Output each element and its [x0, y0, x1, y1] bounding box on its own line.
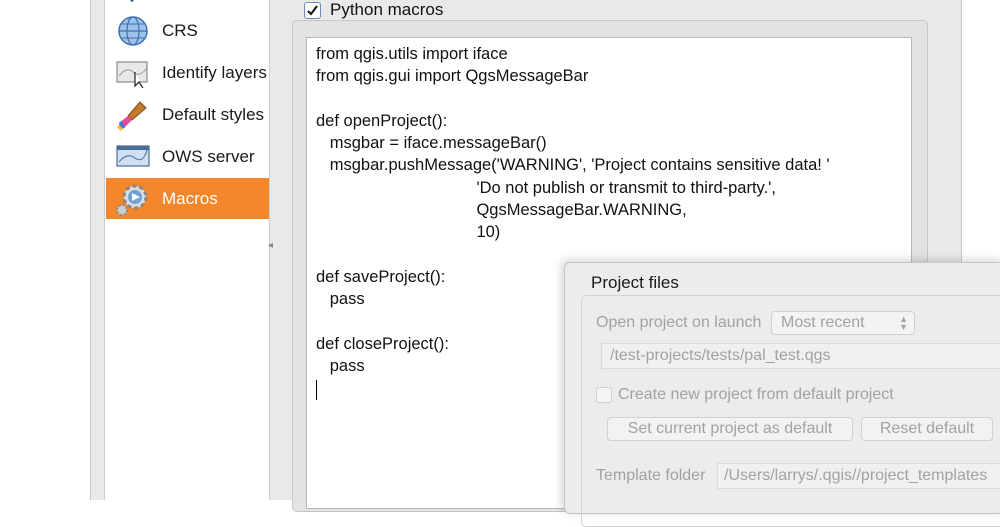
sidebar-item-partial [106, 0, 269, 2]
code-line: msgbar = iface.messageBar() [316, 134, 547, 152]
code-line: from qgis.gui import QgsMessageBar [316, 67, 589, 85]
code-line: 10) [316, 223, 501, 241]
splitter-handle[interactable]: ◂ [268, 240, 273, 251]
code-line: 'Do not publish or transmit to third-par… [316, 179, 776, 197]
code-line: msgbar.pushMessage('WARNING', 'Project c… [316, 156, 830, 174]
sidebar-item-label: Macros [162, 188, 218, 208]
sidebar-item-ows-server[interactable]: OWS server [106, 136, 269, 177]
desktop-background [0, 0, 90, 500]
sidebar-item-default-styles[interactable]: Default styles [106, 94, 269, 135]
checkmark-icon [307, 4, 318, 16]
code-line: pass [316, 290, 365, 308]
sidebar-item-label: Identify layers [162, 62, 267, 82]
reset-default-button[interactable]: Reset default [861, 417, 993, 441]
project-files-title: Project files [591, 273, 679, 292]
code-line: QgsMessageBar.WARNING, [316, 201, 687, 219]
sidebar-item-label: OWS server [162, 146, 255, 166]
sidebar-item-label: CRS [162, 20, 198, 40]
open-project-value: Most recent [781, 314, 865, 331]
python-macros-label: Python macros [330, 0, 444, 19]
open-project-label: Open project on launch [596, 314, 762, 331]
recent-project-path-field[interactable]: /test-projects/tests/pal_test.qgs [601, 343, 1000, 369]
set-current-default-button[interactable]: Set current project as default [607, 417, 853, 441]
code-line: def closeProject(): [316, 335, 449, 353]
macros-gear-icon [114, 182, 152, 216]
globe-icon [114, 14, 152, 48]
code-line: def openProject(): [316, 112, 448, 130]
sidebar-item-label: Default styles [162, 104, 265, 124]
code-line: pass [316, 357, 365, 375]
sidebar-item-identify-layers[interactable]: Identify layers [106, 52, 269, 93]
sidebar-item-macros[interactable]: Macros [106, 178, 269, 219]
create-from-default-checkbox[interactable] [596, 387, 612, 403]
template-folder-path: /Users/larrys/.qgis//project_templates [724, 467, 988, 484]
python-macros-checkbox[interactable] [304, 1, 321, 19]
text-caret [316, 380, 317, 400]
updown-arrows-icon: ▲ ▼ [899, 314, 908, 332]
recent-project-path: /test-projects/tests/pal_test.qgs [610, 347, 831, 364]
paintbrush-icon [114, 98, 152, 132]
template-folder-field[interactable]: /Users/larrys/.qgis//project_templates [717, 463, 1000, 489]
ows-map-icon [114, 140, 152, 174]
code-line: from qgis.utils import iface [316, 45, 508, 63]
sidebar-item-crs[interactable]: CRS [106, 10, 269, 51]
python-macros-checkbox-row[interactable]: Python macros [304, 0, 443, 20]
project-files-panel: Project files Open project on launch Mos… [564, 262, 1000, 527]
identify-map-icon [114, 56, 152, 90]
create-from-default-label: Create new project from default project [618, 386, 894, 403]
template-folder-label: Template folder [596, 467, 706, 484]
project-properties-sidebar: CRS Identify layers Default styles OWS s… [104, 0, 270, 500]
open-project-select[interactable]: Most recent ▲ ▼ [771, 311, 915, 335]
code-line: def saveProject(): [316, 268, 446, 286]
